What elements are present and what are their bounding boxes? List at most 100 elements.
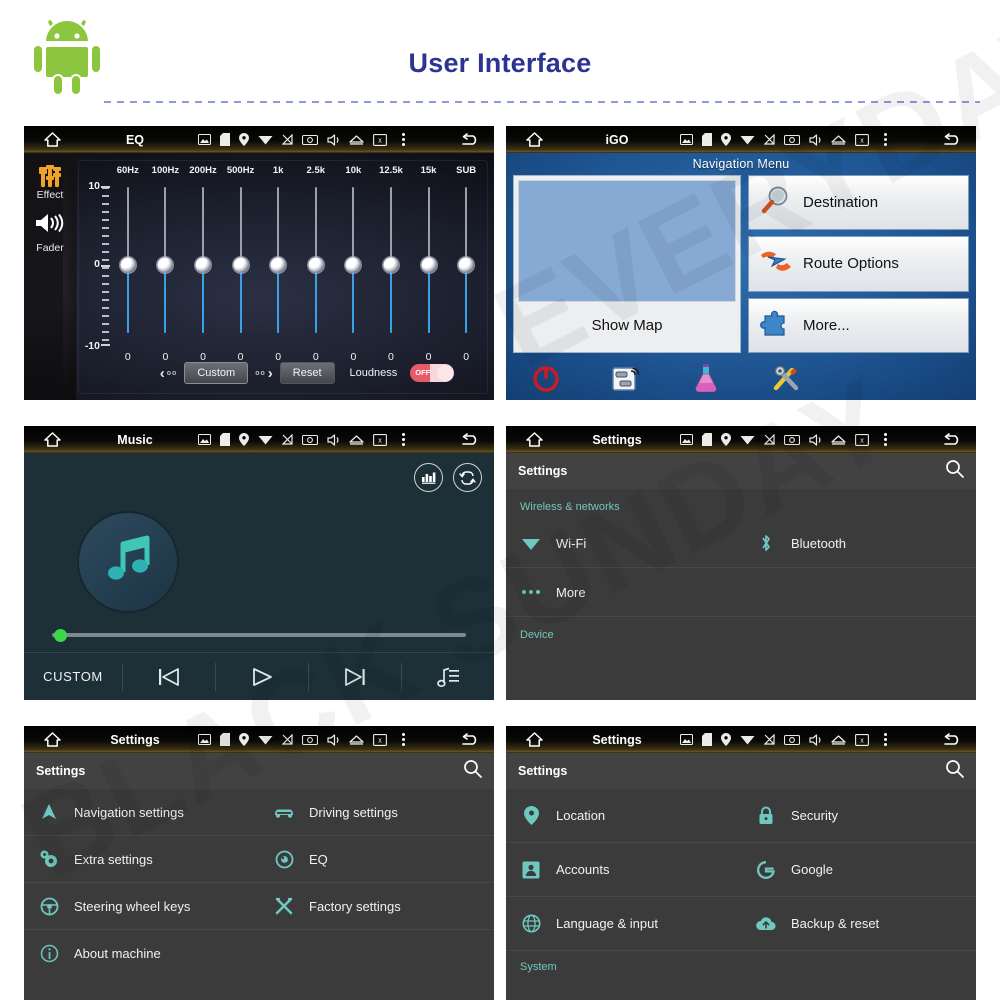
eq-loudness-toggle[interactable]: OFF	[410, 364, 455, 382]
eq-slider-thumb[interactable]	[120, 257, 136, 273]
settings-item-more[interactable]: More	[506, 568, 741, 617]
eq-band-slider[interactable]	[410, 181, 448, 349]
back-arrow-icon[interactable]	[446, 732, 494, 747]
speaker-icon[interactable]	[34, 211, 66, 240]
igo-map-preview[interactable]	[518, 180, 736, 302]
equalizer-icon[interactable]	[414, 463, 443, 492]
eq-band-slider[interactable]	[184, 181, 222, 349]
settings-item-bluetooth[interactable]: Bluetooth	[741, 519, 976, 568]
settings-item-location[interactable]: Location	[506, 789, 741, 843]
next-track-icon[interactable]	[309, 666, 401, 688]
tools-icon[interactable]	[746, 364, 826, 392]
settings-item-label: Factory settings	[309, 898, 401, 914]
eq-slider-thumb[interactable]	[458, 257, 474, 273]
eq-band-slider[interactable]	[109, 181, 147, 349]
home-icon[interactable]	[506, 432, 562, 447]
album-art[interactable]	[77, 511, 179, 613]
back-arrow-icon[interactable]	[928, 732, 976, 747]
settings-item-eq[interactable]: EQ	[259, 836, 494, 883]
wifi-icon	[258, 434, 273, 445]
igo-show-map-button[interactable]: Show Map	[513, 175, 741, 353]
search-icon[interactable]	[945, 459, 964, 483]
eq-sidebar: Effect Fader	[24, 153, 77, 400]
playlist-icon[interactable]	[402, 666, 494, 688]
back-arrow-icon[interactable]	[928, 432, 976, 447]
home-icon[interactable]	[24, 732, 80, 747]
settings-item-factory-settings[interactable]: Factory settings	[259, 883, 494, 930]
play-icon[interactable]	[216, 666, 308, 688]
back-arrow-icon[interactable]	[446, 432, 494, 447]
search-icon[interactable]	[463, 759, 482, 783]
eq-band-slider[interactable]	[447, 181, 485, 349]
statusbar-icons: x	[190, 133, 446, 146]
eq-band-slider[interactable]	[297, 181, 335, 349]
overflow-menu-icon[interactable]	[396, 733, 410, 746]
settings-item-accounts[interactable]: Accounts	[506, 843, 741, 897]
gps-traffic-icon[interactable]	[586, 364, 666, 392]
overflow-menu-icon[interactable]	[878, 733, 892, 746]
eq-band-label: 1k	[272, 165, 284, 176]
igo-destination-button[interactable]: Destination	[748, 175, 969, 231]
eq-band-slider[interactable]	[372, 181, 410, 349]
igo-more-button[interactable]: More...	[748, 297, 969, 353]
settings-group-label-device: Device	[520, 629, 554, 641]
back-arrow-icon[interactable]	[446, 132, 494, 147]
eq-band-slider[interactable]	[259, 181, 297, 349]
settings-item-security[interactable]: Security	[741, 789, 976, 843]
settings-item-driving-settings[interactable]: Driving settings	[259, 789, 494, 836]
settings-item-google[interactable]: Google	[741, 843, 976, 897]
home-icon[interactable]	[506, 132, 562, 147]
eq-slider-thumb[interactable]	[345, 257, 361, 273]
statusbar-icons: x	[672, 433, 928, 446]
seek-knob[interactable]	[54, 629, 68, 642]
settings-item-language-input[interactable]: Language & input	[506, 897, 741, 951]
overflow-menu-icon[interactable]	[878, 433, 892, 446]
eq-reset-button[interactable]: Reset	[279, 362, 335, 384]
eq-next-preset-button[interactable]: oo ›	[255, 365, 273, 382]
music-eq-preset-label[interactable]: CUSTOM	[24, 669, 122, 684]
eq-sliders[interactable]	[109, 181, 485, 349]
equalizer-sliders-icon[interactable]	[39, 165, 61, 187]
eq-band-slider[interactable]	[335, 181, 373, 349]
screenshot-icon	[784, 134, 800, 146]
flask-icon[interactable]	[666, 363, 746, 392]
eq-prev-preset-button[interactable]: ‹ oo	[160, 365, 178, 382]
overflow-menu-icon[interactable]	[878, 133, 892, 146]
eq-slider-thumb[interactable]	[233, 257, 249, 273]
search-icon[interactable]	[945, 759, 964, 783]
home-icon[interactable]	[506, 732, 562, 747]
eq-slider-fill	[314, 265, 317, 333]
home-icon[interactable]	[24, 432, 80, 447]
power-icon[interactable]	[506, 364, 586, 392]
igo-toolbar	[506, 355, 976, 400]
eq-band-slider[interactable]	[147, 181, 185, 349]
eq-slider-thumb[interactable]	[195, 257, 211, 273]
igo-route-options-button[interactable]: Route Options	[748, 236, 969, 292]
eq-band-slider[interactable]	[222, 181, 260, 349]
eq-slider-thumb[interactable]	[270, 257, 286, 273]
google-g-icon	[755, 860, 777, 880]
igo-more-label: More...	[803, 316, 850, 334]
eq-preset-button[interactable]: Custom	[184, 362, 249, 384]
settings-item-about-machine[interactable]: About machine	[24, 930, 259, 977]
settings-group-label-system: System	[520, 961, 557, 973]
eq-slider-thumb[interactable]	[383, 257, 399, 273]
home-icon[interactable]	[24, 132, 80, 147]
settings-item-label: Navigation settings	[74, 804, 184, 820]
repeat-icon[interactable]	[453, 463, 482, 492]
eq-slider-thumb[interactable]	[157, 257, 173, 273]
settings-item-backup-reset[interactable]: Backup & reset	[741, 897, 976, 951]
settings-item-wifi[interactable]: Wi-Fi	[506, 519, 741, 568]
seek-track	[52, 633, 466, 637]
settings-item-steering-wheel-keys[interactable]: Steering wheel keys	[24, 883, 259, 930]
settings-item-navigation-settings[interactable]: Navigation settings	[24, 789, 259, 836]
eq-slider-thumb[interactable]	[308, 257, 324, 273]
overflow-menu-icon[interactable]	[396, 133, 410, 146]
overflow-menu-icon[interactable]	[396, 433, 410, 446]
previous-track-icon[interactable]	[123, 666, 215, 688]
eject-icon	[349, 434, 364, 445]
eq-slider-thumb[interactable]	[421, 257, 437, 273]
back-arrow-icon[interactable]	[928, 132, 976, 147]
settings-item-extra-settings[interactable]: Extra settings	[24, 836, 259, 883]
seek-bar[interactable]	[52, 629, 466, 642]
